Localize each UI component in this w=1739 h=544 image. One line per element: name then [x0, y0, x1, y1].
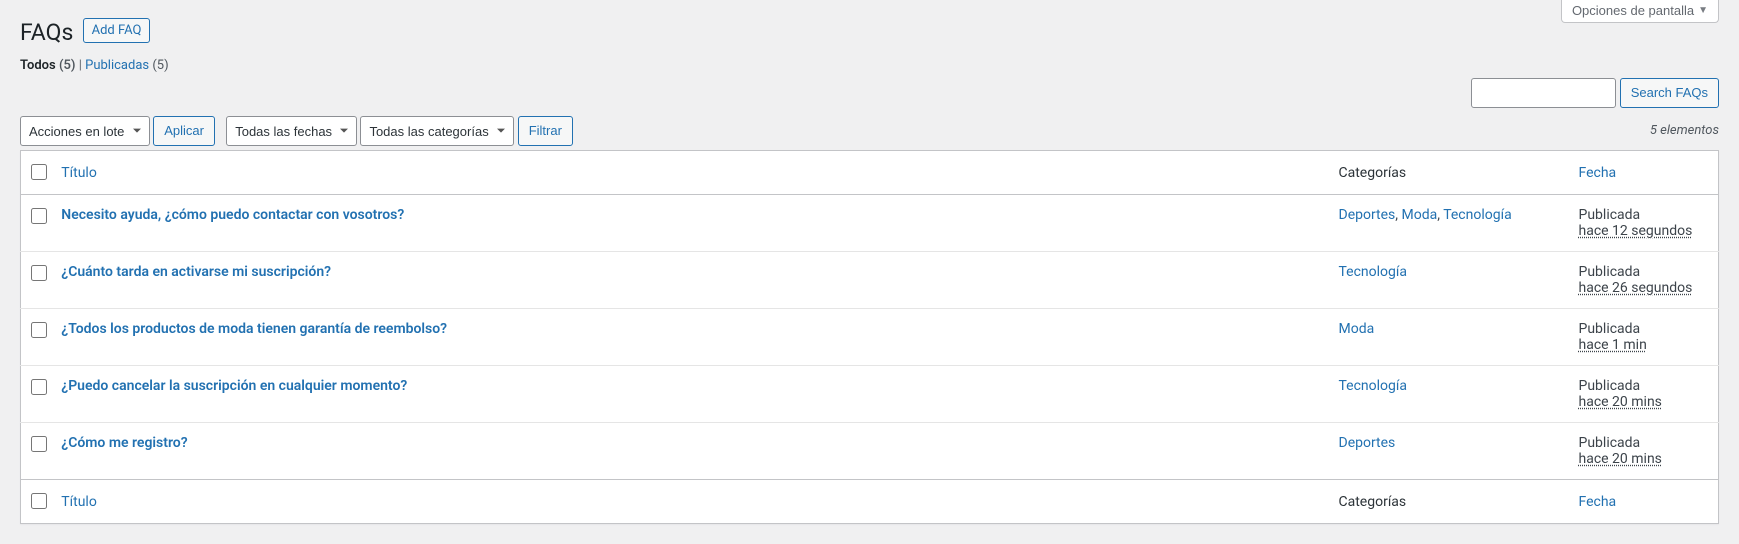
- row-checkbox[interactable]: [31, 379, 47, 395]
- col-date-footer[interactable]: Fecha: [1569, 480, 1719, 524]
- view-all[interactable]: Todos (5): [20, 58, 79, 73]
- category-link[interactable]: Deportes: [1339, 207, 1396, 223]
- category-link[interactable]: Moda: [1402, 207, 1438, 223]
- category-link[interactable]: Tecnología: [1339, 264, 1407, 280]
- row-checkbox[interactable]: [31, 208, 47, 224]
- search-input[interactable]: [1471, 78, 1616, 108]
- item-count: 5 elementos: [1650, 116, 1719, 146]
- filter-dates-select[interactable]: Todas las fechas: [226, 116, 357, 146]
- row-title-link[interactable]: ¿Cómo me registro?: [61, 435, 187, 451]
- row-categories: Deportes: [1329, 423, 1569, 480]
- row-categories: Deportes, Moda, Tecnología: [1329, 195, 1569, 252]
- row-categories: Tecnología: [1329, 366, 1569, 423]
- row-categories: Tecnología: [1329, 252, 1569, 309]
- row-title-link[interactable]: ¿Todos los productos de moda tienen gara…: [61, 321, 447, 337]
- table-row: ¿Puedo cancelar la suscripción en cualqu…: [21, 366, 1719, 423]
- row-date: Publicadahace 20 mins: [1569, 366, 1719, 423]
- add-faq-button[interactable]: Add FAQ: [83, 18, 151, 43]
- row-title-link[interactable]: Necesito ayuda, ¿cómo puedo contactar co…: [61, 207, 404, 223]
- page-title: FAQs: [20, 10, 73, 50]
- row-date: Publicadahace 12 segundos: [1569, 195, 1719, 252]
- row-date: Publicadahace 26 segundos: [1569, 252, 1719, 309]
- row-checkbox[interactable]: [31, 322, 47, 338]
- col-title-header[interactable]: Título: [51, 151, 1328, 195]
- screen-options-toggle[interactable]: Opciones de pantalla ▼: [1561, 0, 1719, 23]
- view-published[interactable]: Publicadas (5): [85, 58, 169, 73]
- category-link[interactable]: Tecnología: [1339, 378, 1407, 394]
- faq-table: Título Categorías Fecha Necesito ayuda, …: [20, 150, 1719, 524]
- col-categories-header: Categorías: [1329, 151, 1569, 195]
- row-date: Publicadahace 1 min: [1569, 309, 1719, 366]
- category-link[interactable]: Moda: [1339, 321, 1375, 337]
- row-checkbox[interactable]: [31, 436, 47, 452]
- bulk-action-select[interactable]: Acciones en lote: [20, 116, 150, 146]
- search-button[interactable]: Search FAQs: [1620, 78, 1719, 108]
- chevron-down-icon: ▼: [1698, 5, 1708, 16]
- category-link[interactable]: Deportes: [1339, 435, 1396, 451]
- table-row: Necesito ayuda, ¿cómo puedo contactar co…: [21, 195, 1719, 252]
- table-row: ¿Cómo me registro? Deportes Publicadahace …: [21, 423, 1719, 480]
- row-checkbox[interactable]: [31, 265, 47, 281]
- select-all-top[interactable]: [31, 164, 47, 180]
- col-categories-footer: Categorías: [1329, 480, 1569, 524]
- row-categories: Moda: [1329, 309, 1569, 366]
- col-title-footer[interactable]: Título: [51, 480, 1328, 524]
- view-filters: Todos (5) | Publicadas (5): [20, 58, 1719, 73]
- row-title-link[interactable]: ¿Cuánto tarda en activarse mi suscripció…: [61, 264, 331, 280]
- table-row: ¿Todos los productos de moda tienen gara…: [21, 309, 1719, 366]
- row-title-link[interactable]: ¿Puedo cancelar la suscripción en cualqu…: [61, 378, 407, 394]
- row-date: Publicadahace 20 mins: [1569, 423, 1719, 480]
- table-row: ¿Cuánto tarda en activarse mi suscripció…: [21, 252, 1719, 309]
- apply-button[interactable]: Aplicar: [153, 116, 215, 146]
- filter-button[interactable]: Filtrar: [518, 116, 573, 146]
- col-date-header[interactable]: Fecha: [1569, 151, 1719, 195]
- category-link[interactable]: Tecnología: [1443, 207, 1511, 223]
- screen-options-label: Opciones de pantalla: [1572, 3, 1694, 18]
- filter-categories-select[interactable]: Todas las categorías: [360, 116, 514, 146]
